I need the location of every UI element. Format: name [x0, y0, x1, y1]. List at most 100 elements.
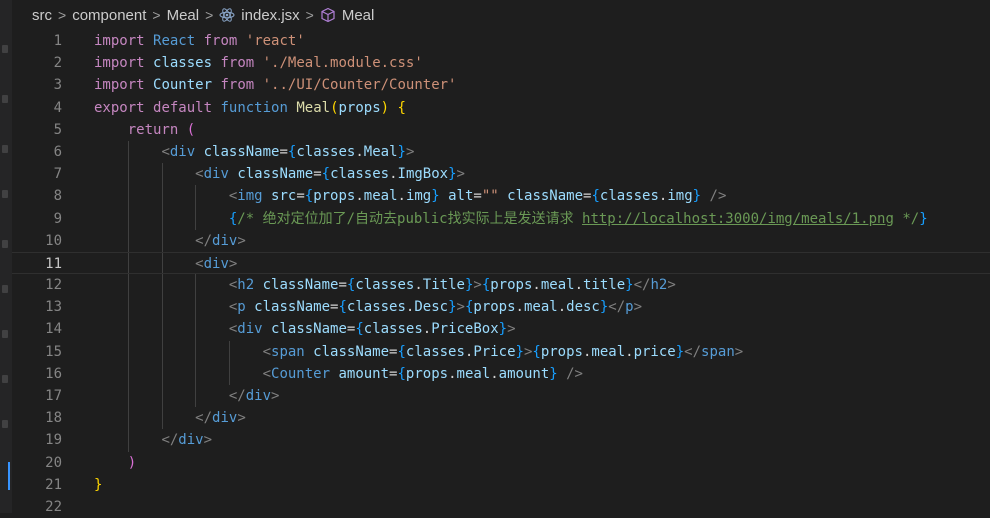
code-token: div — [203, 166, 229, 183]
code-line[interactable]: 8 <img src={props.meal.img} alt="" class… — [12, 185, 990, 208]
code-token: div — [169, 143, 196, 160]
code-line[interactable]: 6 <div className={classes.Meal}> — [12, 140, 990, 164]
breadcrumb-symbol[interactable]: Meal — [342, 7, 375, 24]
code-token: className — [237, 166, 314, 183]
code-token: . — [557, 299, 567, 316]
code-token: </ — [195, 410, 213, 427]
breadcrumb: src > component > Meal > index.jsx > Mea… — [32, 0, 990, 30]
code-line[interactable]: 3 import Counter from '../UI/Counter/Coun… — [12, 74, 990, 96]
code-token: > — [456, 166, 465, 183]
code-content: export default function Meal(props) { — [94, 97, 406, 119]
code-line[interactable]: 12 <h2 className={classes.Title}>{props.… — [12, 274, 990, 297]
react-icon — [219, 7, 235, 23]
code-token: < — [161, 143, 170, 160]
code-token: div — [245, 388, 272, 404]
code-line[interactable]: 7 <div className={classes.ImgBox}> — [12, 163, 990, 186]
code-line[interactable]: 18 </div> — [12, 407, 990, 430]
code-token: '../UI/Counter/Counter' — [262, 77, 457, 94]
line-number: 20 — [45, 454, 62, 471]
code-line[interactable]: 21} — [12, 474, 990, 496]
code-token: ( — [186, 121, 196, 138]
code-token: . — [625, 343, 634, 360]
code-line[interactable]: 22 — [12, 496, 990, 518]
code-token: ) — [380, 99, 390, 116]
code-token: default — [153, 99, 213, 116]
code-line[interactable]: 19 </div> — [12, 429, 990, 452]
code-token: { — [532, 343, 541, 360]
code-line[interactable]: 11 <div> — [12, 251, 990, 275]
code-token: classes — [296, 143, 356, 160]
code-token: classes — [405, 343, 465, 360]
code-token: PriceBox — [431, 321, 499, 338]
code-token: { — [338, 299, 347, 316]
code-token: props — [313, 188, 356, 205]
strip-mark — [2, 375, 8, 383]
code-token: alt — [448, 188, 474, 205]
code-line[interactable]: 16 <Counter amount={props.meal.amount} /… — [12, 362, 990, 385]
breadcrumb-src[interactable]: src — [32, 7, 52, 24]
code-line[interactable]: 5 return ( — [12, 119, 990, 141]
code-token: return — [127, 121, 179, 138]
breadcrumb-file[interactable]: index.jsx — [241, 7, 299, 24]
code-line[interactable]: 20 ) — [12, 452, 990, 474]
code-token: . — [532, 277, 541, 294]
code-token: . — [574, 277, 583, 294]
code-line[interactable]: 2 import classes from './Meal.module.css' — [12, 52, 990, 74]
code-line[interactable]: 9 {/* 绝对定位加了/自动去public找实际上是发送请求 http://l… — [12, 207, 990, 230]
code-token[interactable]: http://localhost:3000/img/meals/1.png — [582, 211, 894, 227]
code-token: title — [583, 277, 626, 294]
code-token: } — [448, 166, 457, 183]
code-token: classes — [363, 321, 423, 338]
code-token: meal — [523, 299, 558, 316]
code-token: import — [94, 33, 145, 49]
line-number: 6 — [53, 143, 62, 160]
strip-mark — [2, 285, 8, 293]
code-token: /> — [709, 188, 727, 205]
code-token: props — [405, 365, 449, 382]
code-token: Meal — [296, 99, 331, 116]
code-token: > — [473, 277, 482, 294]
code-token: desc — [566, 299, 600, 316]
code-token: className — [262, 277, 339, 294]
code-line[interactable]: 13 <p className={classes.Desc}>{props.me… — [12, 296, 990, 319]
code-content: <p className={classes.Desc}>{props.meal.… — [94, 296, 642, 318]
code-line[interactable]: 1 import React from 'react' — [12, 30, 990, 52]
code-token: 'react' — [245, 33, 305, 49]
code-token: amount — [338, 365, 390, 382]
code-line[interactable]: 4 export default function Meal(props) { — [12, 97, 990, 119]
code-line[interactable]: 15 <span className={classes.Price}>{prop… — [12, 340, 990, 363]
code-token: from — [220, 77, 255, 94]
code-line[interactable]: 10 </div> — [12, 229, 990, 252]
code-content: <div className={classes.Meal}> — [94, 141, 414, 163]
code-token: import — [94, 55, 145, 72]
breadcrumb-component[interactable]: component — [72, 7, 146, 24]
line-number: 10 — [45, 232, 62, 249]
code-token: className — [507, 188, 584, 205]
code-token: Meal — [363, 143, 398, 160]
line-number: 9 — [53, 210, 62, 227]
code-token: . — [355, 143, 364, 160]
code-token: > — [271, 388, 280, 404]
breadcrumb-meal-folder[interactable]: Meal — [167, 7, 200, 24]
code-token: function — [220, 99, 288, 116]
code-token: . — [414, 277, 423, 294]
code-editor[interactable]: 1 import React from 'react' 2 import classe… — [12, 30, 990, 515]
line-number: 17 — [45, 388, 62, 404]
code-line[interactable]: 14 <div className={classes.PriceBox}> — [12, 318, 990, 341]
line-number: 8 — [53, 188, 62, 205]
code-line[interactable]: 17 </div> — [12, 385, 990, 408]
code-token: export — [94, 99, 145, 116]
